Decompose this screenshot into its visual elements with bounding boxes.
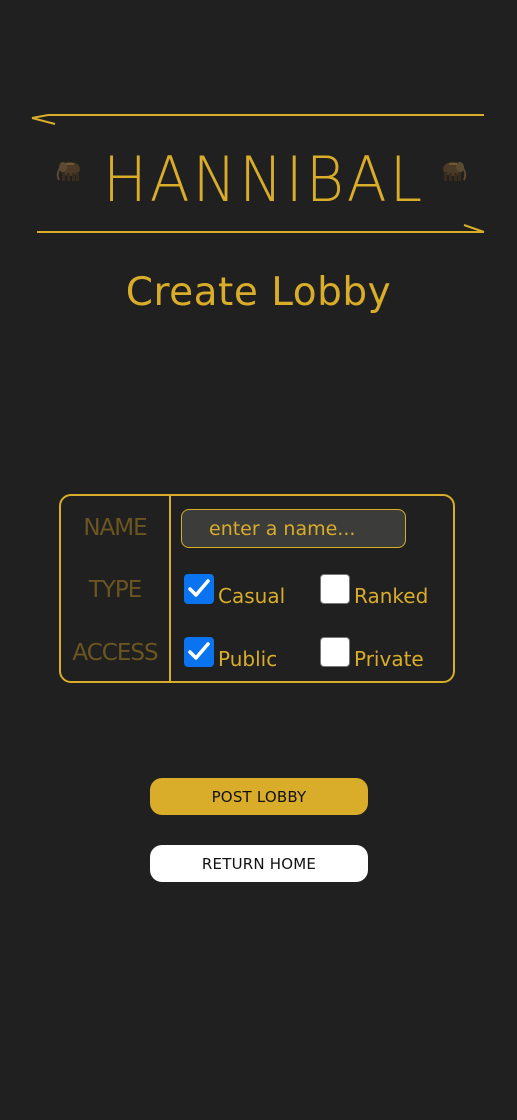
page-title: Create Lobby <box>125 270 392 315</box>
private-checkbox[interactable] <box>320 637 350 667</box>
hannibal-logo: HANNIBAL <box>31 114 485 233</box>
ranked-checkbox[interactable] <box>320 574 350 604</box>
checkmark-icon <box>188 579 210 597</box>
type-label: TYPE <box>88 577 143 603</box>
public-checkbox[interactable] <box>184 637 214 667</box>
ranked-label: Ranked <box>354 584 429 608</box>
checkmark-icon <box>188 642 210 660</box>
form-divider <box>169 496 171 681</box>
logo-text: HANNIBAL <box>103 143 425 216</box>
casual-checkbox[interactable] <box>184 574 214 604</box>
elephant-icon <box>56 162 80 181</box>
casual-label: Casual <box>218 584 286 608</box>
access-label: ACCESS <box>72 640 158 666</box>
lobby-form: NAME TYPE ACCESS Casual Ranked Public Pr… <box>59 494 455 683</box>
private-label: Private <box>354 647 424 671</box>
lobby-name-input[interactable] <box>181 509 406 548</box>
post-lobby-button[interactable]: POST LOBBY <box>150 778 368 815</box>
name-label: NAME <box>83 515 147 541</box>
return-home-button[interactable]: RETURN HOME <box>150 845 368 882</box>
public-label: Public <box>218 647 278 671</box>
elephant-icon <box>443 162 467 181</box>
